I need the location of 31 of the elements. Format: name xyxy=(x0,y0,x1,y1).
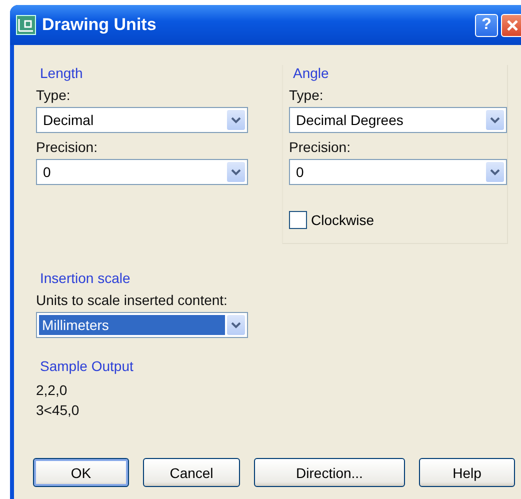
caret-icon xyxy=(486,162,504,182)
units-dropdown[interactable]: Millimeters xyxy=(36,312,248,338)
group-heading: Length xyxy=(40,65,84,81)
precision-dropdown[interactable]: 0 xyxy=(36,159,248,185)
group-heading: Sample Output xyxy=(40,358,134,374)
close-button[interactable] xyxy=(501,14,521,36)
close-icon xyxy=(506,18,519,32)
caret-icon xyxy=(227,315,245,335)
caret-icon xyxy=(486,110,504,130)
type-dropdown[interactable]: Decimal Degrees xyxy=(289,107,507,133)
checkbox-label: Clockwise xyxy=(311,212,374,228)
sample-output-line: 3<45,0 xyxy=(36,401,80,420)
type-dropdown[interactable]: Decimal xyxy=(36,107,248,133)
dialog-button[interactable]: OK xyxy=(33,458,129,487)
app-icon xyxy=(16,15,36,35)
field-label: Type: xyxy=(289,87,324,103)
dialog-button[interactable]: Cancel xyxy=(143,458,240,487)
field-label: Precision: xyxy=(289,139,352,155)
precision-dropdown[interactable]: 0 xyxy=(289,159,507,185)
field-label: Units to scale inserted content: xyxy=(36,292,228,308)
field-label: Type: xyxy=(36,87,72,103)
group-heading: Insertion scale xyxy=(40,270,132,286)
dialog-button[interactable]: Direction... xyxy=(254,458,405,487)
caret-icon xyxy=(227,162,245,182)
field-label: Precision: xyxy=(36,139,98,155)
sample-output-line: 2,2,0 xyxy=(36,381,68,400)
window-title: Drawing Units xyxy=(42,15,158,35)
caret-icon xyxy=(227,110,245,130)
group-heading: Angle xyxy=(293,65,330,81)
dialog-button[interactable]: Help xyxy=(419,458,515,487)
clockwise-checkbox[interactable] xyxy=(289,211,307,229)
